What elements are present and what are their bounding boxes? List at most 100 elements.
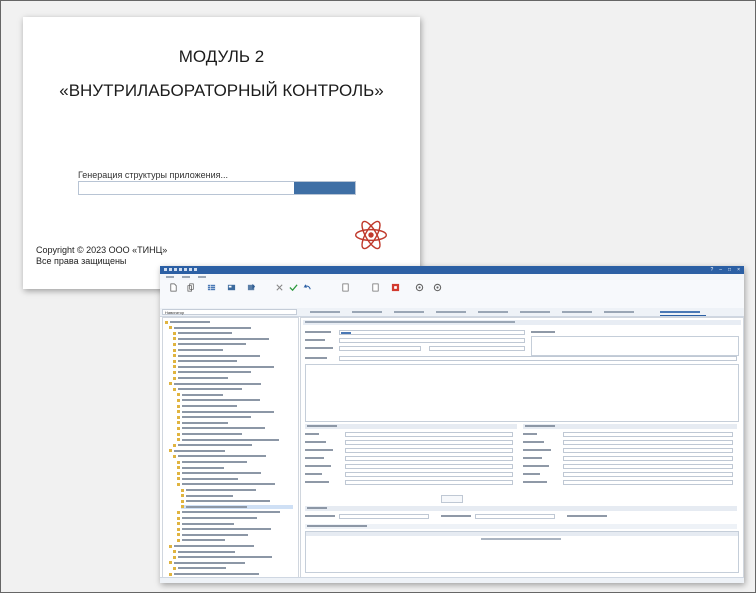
tree-item[interactable] [177, 393, 293, 397]
tree-item[interactable] [177, 410, 293, 414]
tree-item[interactable] [173, 370, 293, 374]
copy-button[interactable] [180, 283, 202, 293]
options-button[interactable] [426, 283, 448, 293]
tree-item[interactable] [177, 477, 293, 481]
tree-item[interactable] [173, 555, 293, 559]
form-field[interactable] [345, 456, 513, 461]
tree-item[interactable] [177, 516, 293, 520]
form-field[interactable] [339, 330, 525, 335]
close-icon[interactable]: × [737, 267, 740, 273]
tree-item[interactable] [173, 550, 293, 554]
menu-item[interactable] [198, 276, 206, 278]
tree-item[interactable] [173, 387, 293, 391]
tab-item[interactable] [436, 309, 472, 315]
navigator-tree[interactable] [162, 317, 299, 581]
quick-access-toolbar[interactable] [164, 268, 197, 271]
form-field[interactable] [345, 480, 513, 485]
form-field[interactable] [563, 432, 733, 437]
tab-item-active[interactable] [660, 309, 706, 316]
tree-item[interactable] [173, 348, 293, 352]
tree-item[interactable] [165, 320, 293, 324]
form-field[interactable] [345, 440, 513, 445]
tree-item[interactable] [177, 471, 293, 475]
tree-item[interactable] [169, 326, 293, 330]
form-field[interactable] [339, 346, 421, 351]
help-icon[interactable]: ? [710, 267, 713, 273]
form-field[interactable] [345, 448, 513, 453]
table-button[interactable] [200, 283, 222, 293]
tree-item[interactable] [177, 426, 293, 430]
tree-item[interactable] [181, 494, 293, 498]
tree-item[interactable] [181, 488, 293, 492]
tab-item[interactable] [394, 309, 430, 315]
form-field[interactable] [345, 464, 513, 469]
tab-item[interactable] [520, 309, 556, 315]
open-button[interactable] [334, 283, 356, 293]
form-field[interactable] [563, 448, 733, 453]
tree-item[interactable] [177, 432, 293, 436]
tree-item[interactable] [181, 504, 293, 509]
form-field[interactable] [339, 356, 737, 361]
form-field[interactable] [475, 514, 555, 519]
description-area[interactable] [305, 364, 739, 422]
tree-item[interactable] [173, 376, 293, 380]
tree-item[interactable] [177, 438, 293, 442]
tree-item[interactable] [177, 398, 293, 402]
tree-item[interactable] [173, 566, 293, 570]
tree-item[interactable] [169, 544, 293, 548]
tree-item[interactable] [169, 449, 293, 453]
form-field[interactable] [563, 440, 733, 445]
tree-item[interactable] [173, 365, 293, 369]
tree-item[interactable] [177, 510, 293, 514]
tree-item[interactable] [177, 415, 293, 419]
tree-item[interactable] [173, 359, 293, 363]
tab-item[interactable] [310, 309, 346, 315]
print-button[interactable] [364, 283, 386, 293]
window-controls[interactable]: ? – □ × [710, 267, 740, 273]
tree-item[interactable] [169, 572, 293, 576]
tree-item[interactable] [177, 538, 293, 542]
form-field[interactable] [563, 472, 733, 477]
report-button[interactable] [220, 283, 242, 293]
tree-item[interactable] [177, 522, 293, 526]
tree-item[interactable] [177, 466, 293, 470]
form-field[interactable] [345, 432, 513, 437]
form-field[interactable] [339, 514, 429, 519]
tree-item[interactable] [173, 443, 293, 447]
form-field[interactable] [339, 338, 525, 343]
form-field[interactable] [429, 346, 525, 351]
tree-item[interactable] [169, 382, 293, 386]
tree-item[interactable] [177, 404, 293, 408]
tree-item[interactable] [177, 482, 293, 486]
tree-item[interactable] [169, 561, 293, 565]
toolbar-strip[interactable] [305, 524, 737, 529]
menu-item[interactable] [166, 276, 174, 278]
stop-button[interactable] [384, 283, 406, 293]
tree-item[interactable] [173, 354, 293, 358]
tree-item[interactable] [177, 421, 293, 425]
tab-item[interactable] [352, 309, 388, 315]
tab-item[interactable] [604, 309, 640, 315]
tree-item[interactable] [177, 533, 293, 537]
back-button[interactable] [296, 283, 318, 293]
data-grid[interactable] [305, 531, 739, 573]
menu-item[interactable] [182, 276, 190, 278]
maximize-icon[interactable]: □ [728, 267, 731, 273]
export-button[interactable] [240, 283, 262, 293]
action-button[interactable] [441, 495, 463, 503]
tree-item[interactable] [173, 342, 293, 346]
form-field[interactable] [563, 464, 733, 469]
form-field[interactable] [563, 456, 733, 461]
form-field[interactable] [345, 472, 513, 477]
tab-item[interactable] [562, 309, 598, 315]
tree-item[interactable] [173, 331, 293, 335]
tree-item[interactable] [177, 527, 293, 531]
form-field[interactable] [563, 480, 733, 485]
tab-item[interactable] [478, 309, 514, 315]
tree-item[interactable] [173, 337, 293, 341]
minimize-icon[interactable]: – [719, 267, 722, 273]
tree-item[interactable] [181, 499, 293, 503]
tree-item[interactable] [173, 454, 293, 458]
tree-item[interactable] [177, 460, 293, 464]
notes-textarea[interactable] [531, 336, 739, 356]
